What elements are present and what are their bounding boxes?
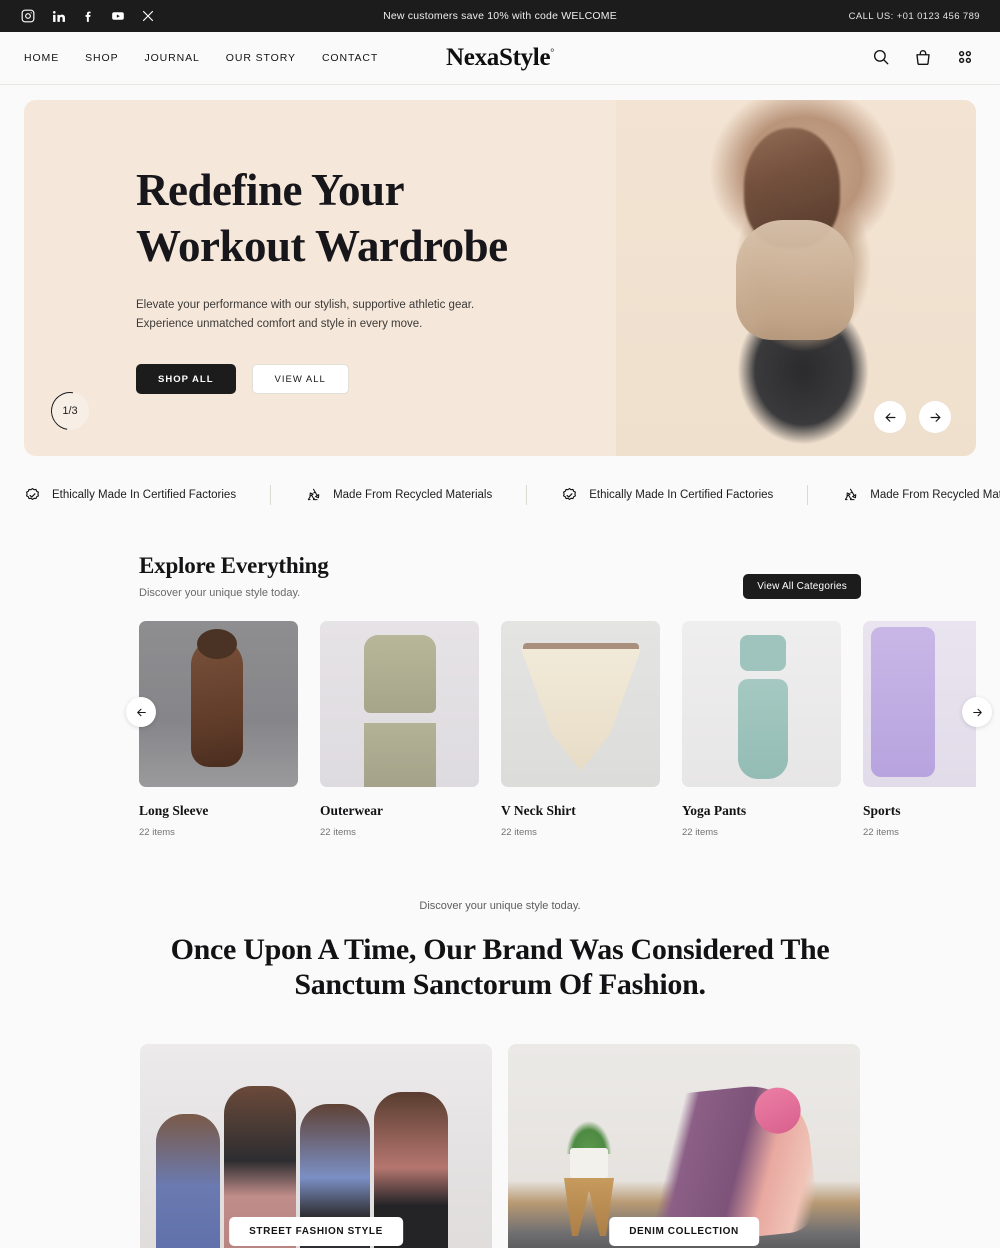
badge-divider [807,485,809,505]
verified-badge-icon [561,487,578,504]
nav-item-contact[interactable]: CONTACT [322,52,378,64]
category-item-count: 22 items [863,827,899,838]
category-item-count: 22 items [320,827,356,838]
main-navigation: HOME SHOP JOURNAL OUR STORY CONTACT [24,52,378,64]
trust-badge: Ethically Made In Certified Factories [561,487,773,504]
category-item-count: 22 items [682,827,718,838]
trust-badges-marquee: Ethically Made In Certified Factories Ma… [0,473,1000,517]
progress-ring-icon [43,384,97,438]
nav-item-journal[interactable]: JOURNAL [144,52,199,64]
logo-text: NexaStyle [446,44,551,71]
view-all-button[interactable]: VIEW ALL [251,364,349,394]
x-icon[interactable] [140,8,156,24]
trust-badge: Made From Recycled Materials [842,487,1000,504]
category-image [320,621,479,787]
trust-badge: Made From Recycled Materials [305,487,492,504]
brand-statement-section: Discover your unique style today. Once U… [0,900,1000,1002]
trust-badge-text: Ethically Made In Certified Factories [589,489,774,501]
category-card[interactable]: Sports 22 items [863,621,976,838]
hero-title: Redefine Your Workout Wardrobe [136,162,566,274]
collection-image [156,1114,220,1248]
hero-title-line-2: Workout Wardrobe [136,221,508,271]
category-image [863,621,976,787]
linkedin-icon[interactable] [50,8,66,24]
grid-menu-icon[interactable] [956,48,976,68]
stool-decor [564,1178,614,1236]
facebook-icon[interactable] [80,8,96,24]
explore-section: Explore Everything Discover your unique … [0,553,1000,838]
recycle-icon [305,487,322,504]
header-actions [872,48,976,68]
collection-card[interactable]: STREET FASHION STYLE [140,1044,492,1248]
site-header: HOME SHOP JOURNAL OUR STORY CONTACT Nexa… [0,32,1000,85]
hero-prev-button[interactable] [874,401,906,433]
view-all-categories-button[interactable]: View All Categories [743,574,861,599]
homepage: New customers save 10% with code WELCOME… [0,0,1000,1248]
category-item-count: 22 items [501,827,537,838]
category-name: Yoga Pants [682,803,747,818]
collection-card[interactable]: DENIM COLLECTION [508,1044,860,1248]
search-icon[interactable] [872,48,892,68]
nav-item-shop[interactable]: SHOP [85,52,118,64]
section-title: Explore Everything [139,553,329,578]
logo-degree-mark: ° [550,47,554,59]
explore-heading-group: Explore Everything Discover your unique … [139,553,329,599]
category-carousel: Long Sleeve 22 items Outerwear 22 items … [24,621,992,838]
social-links [20,8,156,24]
category-card[interactable]: Outerwear 22 items [320,621,479,838]
category-card[interactable]: V Neck Shirt 22 items [501,621,660,838]
recycle-icon [842,487,859,504]
badge-divider [526,485,528,505]
categories-prev-button[interactable] [126,697,156,727]
collection-label[interactable]: STREET FASHION STYLE [229,1217,403,1246]
phone-number[interactable]: CALL US: +01 0123 456 789 [849,11,980,22]
statement-heading: Once Upon A Time, Our Brand Was Consider… [170,933,830,1001]
shopping-bag-icon[interactable] [914,48,934,68]
hero-buttons: SHOP ALL VIEW ALL [136,364,566,394]
hero-banner: Redefine Your Workout Wardrobe Elevate y… [24,100,976,456]
categories-next-button[interactable] [962,697,992,727]
pot-decor [570,1148,608,1178]
shop-all-button[interactable]: SHOP ALL [136,364,236,394]
statement-eyebrow: Discover your unique style today. [419,900,581,912]
category-image [501,621,660,787]
plant-decor [560,1076,618,1154]
trust-badge-text: Made From Recycled Materials [333,489,493,501]
badge-divider [270,485,272,505]
nav-item-home[interactable]: HOME [24,52,59,64]
nav-item-our-story[interactable]: OUR STORY [226,52,296,64]
announcement-bar: New customers save 10% with code WELCOME… [0,0,1000,32]
verified-badge-icon [24,487,41,504]
section-subtitle: Discover your unique style today. [139,587,301,599]
hero-title-line-1: Redefine Your [136,165,405,215]
hero-next-button[interactable] [919,401,951,433]
explore-header: Explore Everything Discover your unique … [24,553,976,599]
collections-section: STREET FASHION STYLE DENIM COLLECTION [0,1044,1000,1248]
collection-label[interactable]: DENIM COLLECTION [609,1217,759,1246]
youtube-icon[interactable] [110,8,126,24]
category-card[interactable]: Long Sleeve 22 items [139,621,298,838]
hero-content: Redefine Your Workout Wardrobe Elevate y… [136,162,566,394]
trust-badge: Ethically Made In Certified Factories [24,487,236,504]
category-name: Sports [863,803,901,818]
trust-badge-text: Made From Recycled Materials [870,489,1000,501]
category-image [682,621,841,787]
hero-carousel-controls [874,401,951,433]
category-item-count: 22 items [139,827,175,838]
category-card[interactable]: Yoga Pants 22 items [682,621,841,838]
category-image [139,621,298,787]
category-name: Long Sleeve [139,803,209,818]
hero-slide-counter[interactable]: 1/3 [43,384,97,438]
hero-subtitle: Elevate your performance with our stylis… [136,299,475,330]
category-name: V Neck Shirt [501,803,576,818]
trust-badge-text: Ethically Made In Certified Factories [52,489,237,501]
category-list: Long Sleeve 22 items Outerwear 22 items … [139,621,976,838]
category-name: Outerwear [320,803,383,818]
instagram-icon[interactable] [20,8,36,24]
